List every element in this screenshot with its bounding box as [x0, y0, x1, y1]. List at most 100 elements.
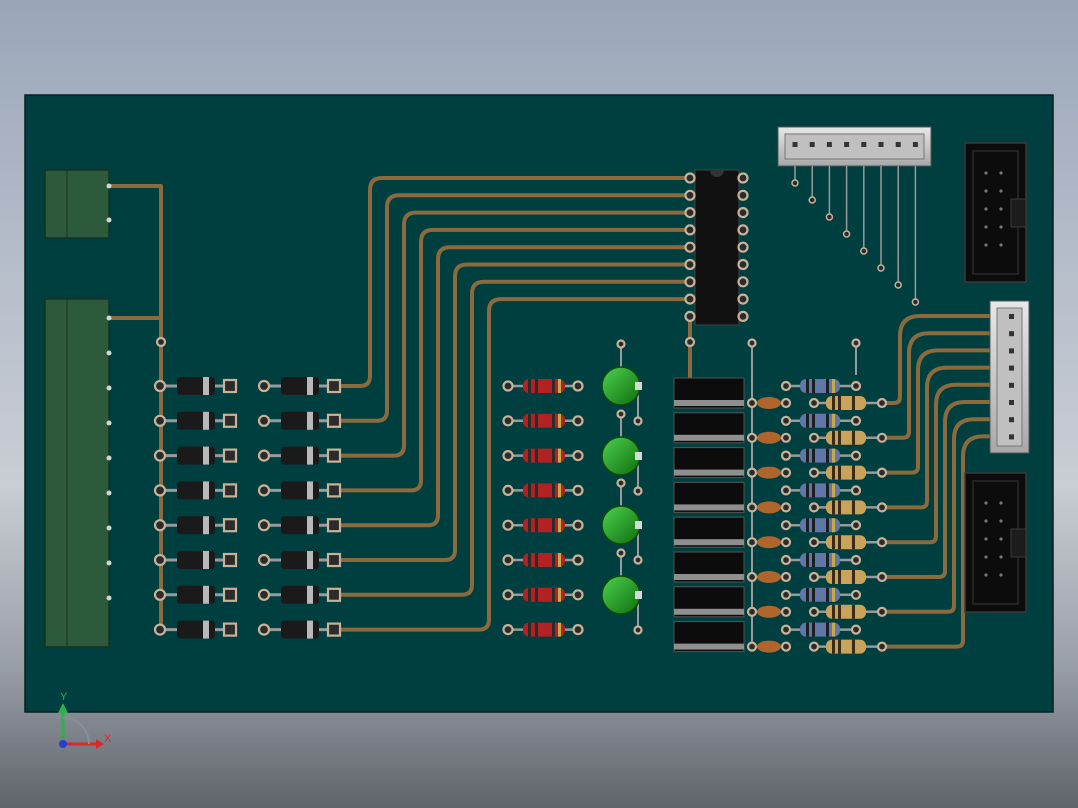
pad — [153, 519, 167, 532]
led — [601, 366, 641, 406]
header-pin — [826, 142, 832, 147]
pad — [808, 571, 820, 583]
resistor-band — [832, 518, 835, 533]
pad — [684, 224, 696, 236]
pad — [877, 264, 885, 272]
pad — [737, 276, 749, 288]
terminal-pin — [106, 595, 112, 601]
pad — [780, 537, 792, 548]
diode-band — [307, 516, 313, 535]
header-pin — [912, 142, 918, 147]
resistor-band — [552, 448, 555, 463]
pad — [808, 196, 816, 204]
idc-pin — [984, 519, 988, 523]
resistor-band — [852, 639, 855, 654]
small-terminal-block — [44, 169, 110, 239]
header-pin — [792, 142, 798, 147]
diode-band — [307, 620, 313, 639]
led — [601, 505, 641, 545]
square-pad — [326, 622, 342, 637]
pad — [876, 571, 888, 583]
pad — [808, 641, 820, 652]
idc-pin — [999, 519, 1003, 523]
diode-body — [281, 446, 319, 465]
pad — [616, 409, 626, 419]
pad — [153, 449, 167, 462]
pad — [850, 380, 862, 392]
pad — [684, 336, 696, 348]
pad — [616, 339, 626, 349]
pad — [572, 554, 584, 566]
diode-band — [307, 481, 313, 500]
header-pin — [1009, 331, 1014, 337]
idc-pin — [984, 537, 988, 541]
resistor-band — [552, 379, 555, 393]
rotation-arc — [62, 717, 90, 745]
resistor-band — [558, 483, 561, 498]
diode-band — [203, 516, 209, 535]
resistor-band — [535, 413, 538, 428]
pin-header-top-inner — [784, 133, 925, 160]
pad — [572, 380, 584, 392]
pad — [808, 397, 820, 409]
led-flat — [635, 591, 642, 599]
resistor-band — [838, 465, 841, 480]
resistor-band — [558, 379, 561, 393]
driver-heatsink — [674, 574, 744, 580]
led-flat — [635, 521, 642, 529]
square-pad — [222, 378, 238, 394]
pad — [257, 519, 271, 532]
ic-chip — [694, 169, 740, 326]
resistor-band — [838, 604, 841, 619]
driver-heatsink — [674, 434, 744, 441]
diode-body — [281, 551, 319, 569]
pad — [737, 293, 749, 305]
diode-body — [177, 620, 215, 639]
diode-band — [307, 377, 313, 395]
pad — [257, 484, 271, 497]
pad — [850, 485, 862, 496]
diode-band — [203, 585, 209, 604]
square-pad — [222, 448, 238, 463]
square-pad — [326, 552, 342, 568]
pad — [572, 484, 584, 496]
pad — [153, 553, 167, 567]
resistor-band — [832, 379, 835, 393]
diode-body — [177, 551, 215, 569]
pad — [808, 502, 820, 513]
cad-viewport[interactable]: Y X — [0, 0, 1078, 808]
idc-pin — [999, 207, 1003, 211]
header-pin — [861, 142, 867, 147]
led-flat — [635, 452, 642, 460]
idc-pin — [999, 225, 1003, 229]
large-terminal-block — [44, 298, 110, 648]
pad — [876, 502, 888, 513]
diode-band — [203, 551, 209, 569]
resistor-band — [528, 379, 531, 393]
resistor-band — [552, 483, 555, 498]
resistor-band — [528, 518, 531, 533]
header-pin — [895, 142, 901, 147]
resistor-band — [832, 639, 835, 654]
pad — [780, 467, 792, 478]
header-pin — [1009, 434, 1014, 440]
pad — [502, 415, 514, 427]
terminal-pin — [106, 217, 112, 223]
idc-key — [1010, 198, 1027, 228]
resistor-band — [826, 413, 829, 428]
pad — [780, 397, 792, 409]
pad — [780, 485, 792, 496]
ceramic-capacitor — [757, 536, 781, 549]
terminal-pin — [106, 560, 112, 566]
terminal-pin — [106, 490, 112, 496]
pad — [737, 207, 749, 219]
pad — [684, 241, 696, 253]
terminal-pin — [106, 420, 112, 426]
ceramic-capacitor — [757, 397, 781, 409]
pad — [746, 537, 758, 548]
resistor-band — [552, 553, 555, 567]
square-pad — [222, 622, 238, 637]
resistor-band — [838, 430, 841, 445]
pad — [633, 486, 643, 496]
resistor-band — [558, 622, 561, 637]
